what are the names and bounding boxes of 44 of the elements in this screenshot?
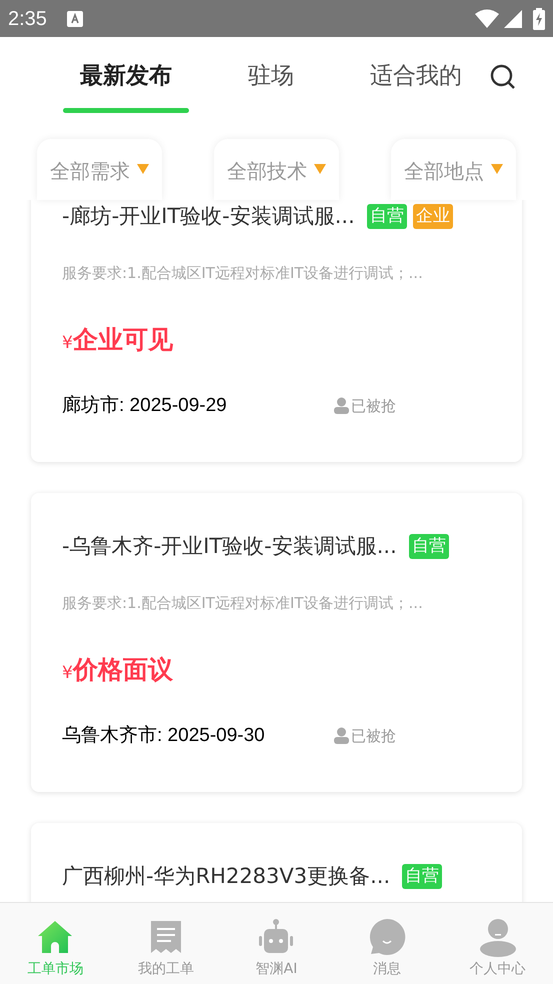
signal-icon (503, 8, 523, 28)
tag: 企业 (412, 204, 453, 230)
order-status: 已被抢 (351, 726, 396, 746)
nav-item[interactable]: 智渊AI (221, 903, 332, 984)
order-price: 价格面议 (72, 654, 173, 686)
tag: 自营 (408, 534, 449, 560)
person-icon (334, 397, 349, 414)
tab[interactable]: 适合我的 (353, 59, 479, 112)
chat-icon (367, 917, 408, 957)
order-title: 广西柳州-华为RH2283V3更换备... (62, 863, 390, 890)
location-date: 廊坊市: 2025-09-29 (62, 394, 228, 418)
nav-item[interactable]: 个人中心 (442, 903, 553, 984)
tab[interactable]: 最新发布 (63, 59, 189, 112)
nav-item[interactable]: 消息 (332, 903, 442, 984)
order-card[interactable]: -廊坊-开业IT验收-安装调试服... 自营 企业 服务要求:1.配合城区IT远程对标准IT设备进行调试；... ¥企业可见 廊坊市: 2025-09-29 已被抢 (31, 200, 522, 462)
person-icon (334, 727, 349, 744)
keyboard-icon (66, 10, 83, 26)
currency-symbol: ¥ (62, 333, 73, 355)
order-card[interactable]: 广西柳州-华为RH2283V3更换备... 自营 (31, 823, 522, 902)
filter-dropdown[interactable]: 全部地点 (391, 139, 516, 200)
order-description: 服务要求:1.配合城区IT远程对标准IT设备进行调试；... (62, 592, 424, 614)
order-card[interactable]: -乌鲁木齐-开业IT验收-安装调试服... 自营 服务要求:1.配合城区IT远程对标准IT设备进行调试；... ¥价格面议 乌鲁木齐市: 2025-09-30 已被抢 (31, 493, 522, 792)
tab[interactable]: 驻场 (231, 59, 311, 112)
wifi-icon (475, 8, 499, 28)
caret-icon (137, 164, 149, 174)
search-icon[interactable] (490, 64, 516, 90)
caret-icon (491, 164, 503, 174)
currency-symbol: ¥ (62, 663, 73, 685)
nav-item[interactable]: 我的工单 (110, 903, 222, 984)
caret-icon (314, 164, 326, 174)
person-icon (478, 917, 518, 957)
order-title: -廊坊-开业IT验收-安装调试服... (62, 203, 355, 230)
tag: 自营 (402, 864, 442, 890)
filter-dropdown[interactable]: 全部技术 (214, 139, 339, 200)
status-time: 2:35 (8, 6, 47, 32)
filter-dropdown[interactable]: 全部需求 (37, 139, 162, 200)
location-date: 乌鲁木齐市: 2025-09-30 (62, 724, 266, 748)
order-title: -乌鲁木齐-开业IT验收-安装调试服... (62, 533, 397, 560)
tag: 自营 (366, 204, 407, 230)
order-price: 企业可见 (72, 324, 173, 356)
battery-icon (533, 8, 545, 30)
order-status: 已被抢 (351, 396, 396, 416)
order-description: 服务要求:1.配合城区IT远程对标准IT设备进行调试；... (62, 262, 424, 284)
nav-item[interactable]: 工单市场 (0, 903, 111, 984)
